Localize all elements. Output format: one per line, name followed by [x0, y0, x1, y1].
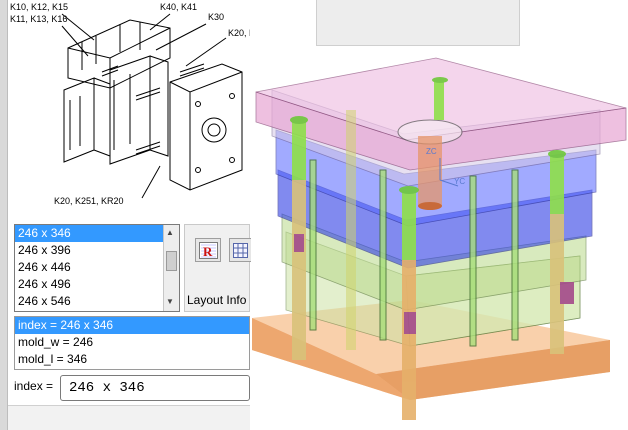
parts-drawing: K10, K12, K15 K11, K13, K16 K40, K41 K30… — [10, 0, 250, 215]
mold-parts-diagram: K10, K12, K15 K11, K13, K16 K40, K41 K30… — [10, 2, 250, 206]
list-item[interactable]: index = 246 x 346 — [15, 317, 249, 334]
label-k20-right: K20, K251, KR20 — [228, 28, 250, 38]
list-item[interactable]: 246 x 546 — [15, 293, 179, 310]
mold-assembly-render: ZC YC — [252, 57, 627, 420]
size-list[interactable]: 246 x 346 246 x 396 246 x 446 246 x 496 … — [14, 224, 180, 312]
property-list[interactable]: index = 246 x 346 mold_w = 246 mold_l = … — [14, 316, 250, 370]
status-strip — [8, 405, 250, 430]
list-item[interactable]: mold_l = 346 — [15, 351, 249, 368]
list-item[interactable]: mold_w = 246 — [15, 334, 249, 351]
scroll-thumb[interactable] — [166, 251, 177, 271]
mold-base-panel: K10, K12, K15 K11, K13, K16 K40, K41 K30… — [0, 0, 251, 430]
size-list-scrollbar[interactable]: ▲ ▼ — [163, 225, 179, 311]
svg-text:R: R — [203, 244, 213, 259]
dialog-panel — [316, 0, 520, 46]
table-button[interactable] — [229, 238, 251, 262]
list-item[interactable]: 246 x 446 — [15, 259, 179, 276]
axis-z-label: ZC — [426, 147, 437, 156]
scroll-up-icon[interactable]: ▲ — [166, 228, 174, 237]
label-k20-bottom: K20, K251, KR20 — [54, 196, 124, 206]
axis-y-label: YC — [454, 177, 465, 186]
list-item[interactable]: 246 x 346 — [15, 225, 179, 242]
label-k11: K11, K13, K16 — [10, 14, 67, 24]
index-input[interactable]: 246 x 346 — [60, 375, 250, 401]
mold-3d-view[interactable]: ZC YC — [250, 50, 628, 430]
tab-layout-info[interactable]: Layout Info — [185, 289, 251, 311]
label-k30: K30 — [208, 12, 224, 22]
list-item[interactable]: 246 x 496 — [15, 276, 179, 293]
panel-border — [0, 0, 8, 430]
report-button[interactable]: R — [195, 238, 221, 262]
table-icon — [233, 243, 248, 258]
scroll-down-icon[interactable]: ▼ — [166, 297, 174, 306]
index-label: index = — [14, 379, 54, 393]
report-icon: R — [199, 242, 218, 259]
list-item[interactable]: 246 x 396 — [15, 242, 179, 259]
label-k10: K10, K12, K15 — [10, 2, 68, 12]
tool-area: R Layout Info — [184, 224, 251, 312]
label-k40: K40, K41 — [160, 2, 197, 12]
